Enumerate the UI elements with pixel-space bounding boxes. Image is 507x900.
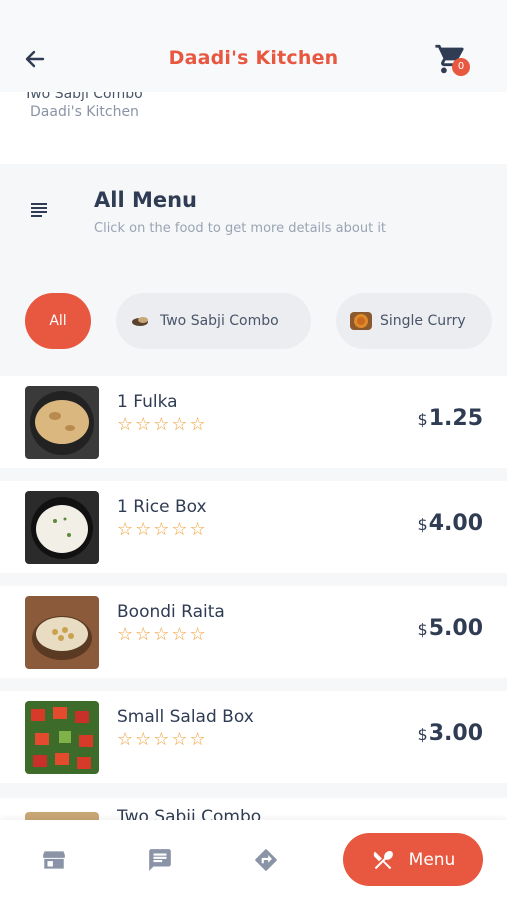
category-chip-all[interactable]: All xyxy=(25,293,91,349)
chip-label: All xyxy=(49,313,67,329)
bottom-navigation: Menu xyxy=(0,820,507,900)
fork-knife-icon xyxy=(373,850,393,869)
rating-stars: ☆☆☆☆☆ xyxy=(117,519,208,540)
chip-label: Two Sabji Combo xyxy=(160,313,279,329)
rating-stars: ☆☆☆☆☆ xyxy=(117,414,208,435)
directions-icon xyxy=(255,849,277,871)
category-chip-two-sabji-combo[interactable]: Two Sabji Combo xyxy=(116,293,311,349)
item-price: $4.00 xyxy=(417,511,483,536)
nav-directions-button[interactable] xyxy=(250,844,282,876)
page-title: Daadi's Kitchen xyxy=(168,47,339,69)
rice-box-image xyxy=(25,491,99,564)
menu-item[interactable]: Small Salad Box ☆☆☆☆☆ $3.00 xyxy=(0,691,507,783)
two-sabji-combo-thumbnail xyxy=(130,312,152,330)
menu-item[interactable]: 1 Fulka ☆☆☆☆☆ $1.25 xyxy=(0,376,507,468)
rating-stars: ☆☆☆☆☆ xyxy=(117,729,208,750)
store-icon xyxy=(43,851,65,869)
menu-tab-label: Menu xyxy=(408,849,456,870)
menu-item[interactable]: 1 Rice Box ☆☆☆☆☆ $4.00 xyxy=(0,481,507,573)
cart-count-badge: 0 xyxy=(452,58,470,76)
item-price: $5.00 xyxy=(417,616,483,641)
item-price: $3.00 xyxy=(417,721,483,746)
single-curry-thumbnail xyxy=(350,312,372,330)
app-header: Daadi's Kitchen 0 xyxy=(0,0,507,92)
chat-icon xyxy=(149,849,171,871)
restaurant-hero: Two Sabji Combo Daadi's Kitchen xyxy=(0,82,507,164)
item-name: 1 Rice Box xyxy=(117,497,207,517)
boondi-raita-image xyxy=(25,596,99,669)
fulka-image xyxy=(25,386,99,459)
category-chip-single-curry[interactable]: Single Curry xyxy=(336,293,492,349)
rating-stars: ☆☆☆☆☆ xyxy=(117,624,208,645)
list-icon xyxy=(28,198,52,222)
item-price: $1.25 xyxy=(417,406,483,431)
menu-tab-button[interactable]: Menu xyxy=(343,833,483,886)
menu-title: All Menu xyxy=(94,188,198,212)
salad-box-image xyxy=(25,701,99,774)
item-name: Small Salad Box xyxy=(117,707,254,727)
chip-label: Single Curry xyxy=(380,313,466,329)
nav-store-button[interactable] xyxy=(38,844,70,876)
hero-restaurant-name: Daadi's Kitchen xyxy=(30,104,139,120)
item-name: Boondi Raita xyxy=(117,602,225,622)
nav-chat-button[interactable] xyxy=(144,844,176,876)
menu-subtitle: Click on the food to get more details ab… xyxy=(94,221,387,236)
item-name: 1 Fulka xyxy=(117,392,178,412)
menu-item[interactable]: Boondi Raita ☆☆☆☆☆ $5.00 xyxy=(0,586,507,678)
